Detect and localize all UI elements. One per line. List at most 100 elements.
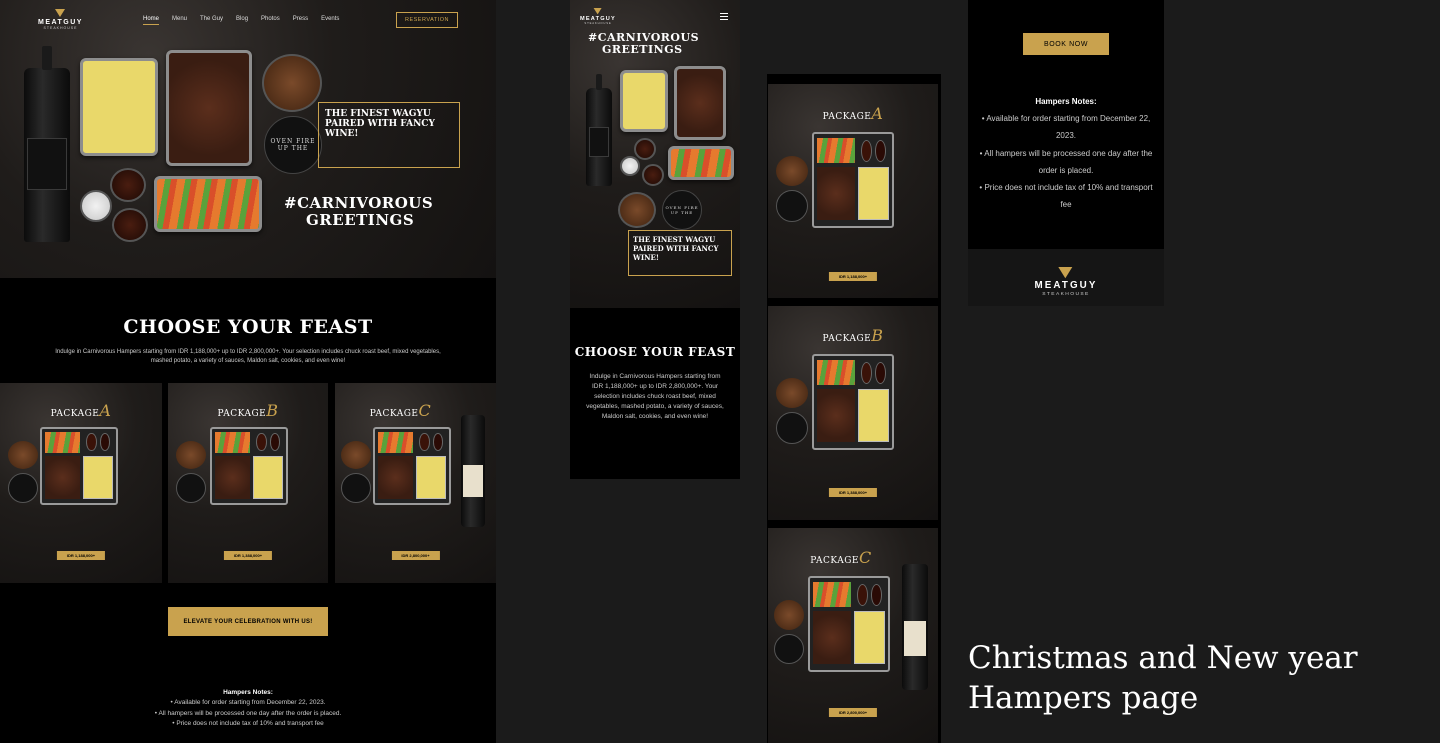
oven-fire-tin bbox=[8, 473, 38, 503]
note-item: • Available for order starting from Dece… bbox=[170, 699, 326, 707]
package-price: IDR 1,388,000+ bbox=[828, 488, 878, 497]
oven-fire-tin bbox=[776, 190, 808, 222]
package-title: PACKAGEB bbox=[822, 326, 884, 345]
notes-title: Hampers Notes: bbox=[223, 689, 273, 696]
presentation-canvas: OVEN FIRE UP THE THE FINEST WAGYU PAIRED… bbox=[0, 0, 1440, 743]
nav-item-events[interactable]: Events bbox=[321, 16, 339, 25]
desktop-page: OVEN FIRE UP THE THE FINEST WAGYU PAIRED… bbox=[0, 0, 496, 743]
oven-fire-tin: OVEN FIRE UP THE bbox=[662, 190, 702, 230]
reservation-button[interactable]: RESERVATION bbox=[395, 12, 458, 28]
wine-bottle bbox=[902, 564, 928, 690]
roast-beef-tray bbox=[166, 50, 252, 166]
hamper-box bbox=[808, 576, 890, 672]
package-title: PACKAGEA bbox=[0, 401, 162, 420]
oven-fire-tin: OVEN FIRE UP THE bbox=[264, 116, 322, 174]
package-price: IDR 2,800,000+ bbox=[828, 708, 878, 717]
package-price: IDR 1,388,000+ bbox=[223, 551, 273, 560]
nav-item-the-guy[interactable]: The Guy bbox=[200, 16, 223, 25]
cookie-bowl bbox=[618, 192, 656, 228]
package-price: IDR 2,800,000+ bbox=[391, 551, 440, 560]
greeting-line-2: GREETINGS bbox=[602, 43, 683, 57]
mashed-potato-tray bbox=[80, 58, 158, 156]
package-letter: C bbox=[418, 401, 432, 420]
brand-sub: STEAKHOUSE bbox=[584, 21, 612, 25]
vegetable-tray bbox=[154, 176, 262, 232]
note-item: • All hampers will be processed one day … bbox=[154, 709, 342, 717]
hero-info-box: THE FINEST WAGYU PAIRED WITH FANCY WINE! bbox=[628, 230, 732, 276]
package-title: PACKAGEA bbox=[822, 104, 884, 123]
brand-logo[interactable]: MEATGUY STEAKHOUSE bbox=[38, 9, 83, 31]
salt-bowl bbox=[80, 190, 112, 222]
hamper-box bbox=[812, 354, 894, 450]
brand-sub: STEAKHOUSE bbox=[1042, 290, 1090, 297]
elevate-celebration-button[interactable]: ELEVATE YOUR CELEBRATION WITH US! bbox=[168, 607, 328, 636]
nav-item-press[interactable]: Press bbox=[293, 16, 308, 25]
sauce-bowl bbox=[642, 164, 664, 186]
cookie-bowl bbox=[774, 600, 804, 630]
mobile-page-packages: PACKAGEA IDR 1,188,000+ PACKAGEB IDR 1,3… bbox=[767, 74, 941, 743]
hamburger-menu-icon[interactable] bbox=[720, 13, 728, 22]
package-card-b[interactable]: PACKAGEB IDR 1,388,000+ bbox=[168, 383, 328, 583]
package-price: IDR 1,188,000+ bbox=[56, 551, 106, 560]
package-letter: A bbox=[99, 401, 112, 420]
feast-title: CHOOSE YOUR FEAST bbox=[123, 316, 373, 338]
note-item: • All hampers will be processed one day … bbox=[979, 148, 1153, 175]
hamper-box bbox=[210, 427, 288, 505]
hero-headline-2: PAIRED WITH FANCY WINE! bbox=[325, 119, 435, 139]
hero-headline-2: PAIRED WITH FANCY WINE! bbox=[633, 244, 719, 262]
vegetable-tray bbox=[668, 146, 734, 180]
brand-logo[interactable]: MEATGUY STEAKHOUSE bbox=[580, 8, 616, 25]
mobile-page-top: MEATGUY STEAKHOUSE #CARNIVOROUS GREETING… bbox=[570, 0, 740, 479]
package-card-b[interactable]: PACKAGEB IDR 1,388,000+ bbox=[768, 306, 938, 520]
cookie-bowl bbox=[776, 378, 808, 408]
nav-item-photos[interactable]: Photos bbox=[261, 16, 280, 25]
package-word: PACKAGE bbox=[369, 409, 419, 419]
roast-beef-tray bbox=[674, 66, 726, 140]
package-card-a[interactable]: PACKAGEA IDR 1,188,000+ bbox=[0, 383, 162, 583]
desktop-navbar: MEATGUY STEAKHOUSE Home Menu The Guy Blo… bbox=[0, 0, 496, 40]
salt-bowl bbox=[620, 156, 640, 176]
page-caption: Christmas and New year Hampers page bbox=[968, 640, 1358, 717]
flame-logo-icon bbox=[1058, 267, 1073, 279]
footer-logo[interactable]: MEATGUY STEAKHOUSE bbox=[1035, 267, 1098, 297]
note-item: • Price does not include tax of 10% and … bbox=[172, 720, 324, 728]
nav-item-home[interactable]: Home bbox=[142, 16, 159, 25]
feast-title: CHOOSE YOUR FEAST bbox=[574, 345, 736, 359]
cookie-bowl bbox=[776, 156, 808, 186]
nav-item-menu[interactable]: Menu bbox=[172, 16, 187, 25]
hero-headline-1: THE FINEST WAGYU bbox=[325, 109, 431, 119]
hampers-notes: Hampers Notes: • Available for order sta… bbox=[100, 688, 396, 730]
oven-fire-tin bbox=[776, 412, 808, 444]
nav-item-blog[interactable]: Blog bbox=[236, 16, 248, 25]
package-card-a[interactable]: PACKAGEA IDR 1,188,000+ bbox=[768, 84, 938, 298]
hero-headline-1: THE FINEST WAGYU bbox=[633, 235, 716, 244]
wine-bottle bbox=[24, 46, 70, 242]
flame-logo-icon bbox=[55, 9, 66, 18]
brand-name: MEATGUY bbox=[38, 19, 83, 27]
cookie-bowl bbox=[262, 54, 322, 112]
feast-description: Indulge in Carnivorous Hampers starting … bbox=[586, 373, 724, 421]
hero-greeting: #CARNIVOROUS GREETINGS bbox=[284, 195, 433, 228]
hamper-box bbox=[812, 132, 894, 228]
hampers-notes: Hampers Notes: • Available for order sta… bbox=[974, 93, 1158, 213]
package-title: PACKAGEB bbox=[168, 401, 328, 420]
package-card-c[interactable]: PACKAGEC IDR 2,800,000+ bbox=[768, 528, 938, 743]
oven-fire-tin bbox=[774, 634, 804, 664]
footer: MEATGUY STEAKHOUSE bbox=[968, 249, 1164, 306]
wine-bottle bbox=[461, 415, 485, 527]
hero-info-box: THE FINEST WAGYU PAIRED WITH FANCY WINE! bbox=[318, 102, 460, 168]
package-card-c[interactable]: PACKAGEC IDR 2,800,000+ bbox=[335, 383, 496, 583]
mashed-potato-tray bbox=[620, 70, 668, 132]
greeting-line-2: GREETINGS bbox=[306, 210, 415, 229]
notes-title: Hampers Notes: bbox=[1035, 97, 1097, 106]
book-now-button[interactable]: BOOK NOW bbox=[1023, 33, 1109, 55]
package-word: PACKAGE bbox=[50, 409, 100, 419]
package-letter: B bbox=[266, 401, 279, 420]
flame-logo-icon bbox=[593, 8, 602, 15]
cookie-bowl bbox=[8, 441, 38, 469]
mobile-page-bottom: BOOK NOW Hampers Notes: • Available for … bbox=[968, 0, 1164, 306]
oven-fire-tin bbox=[176, 473, 206, 503]
tin-text: OVEN FIRE UP THE bbox=[270, 138, 316, 152]
sauce-bowl bbox=[110, 168, 146, 202]
note-item: • Available for order starting from Dece… bbox=[981, 114, 1151, 141]
